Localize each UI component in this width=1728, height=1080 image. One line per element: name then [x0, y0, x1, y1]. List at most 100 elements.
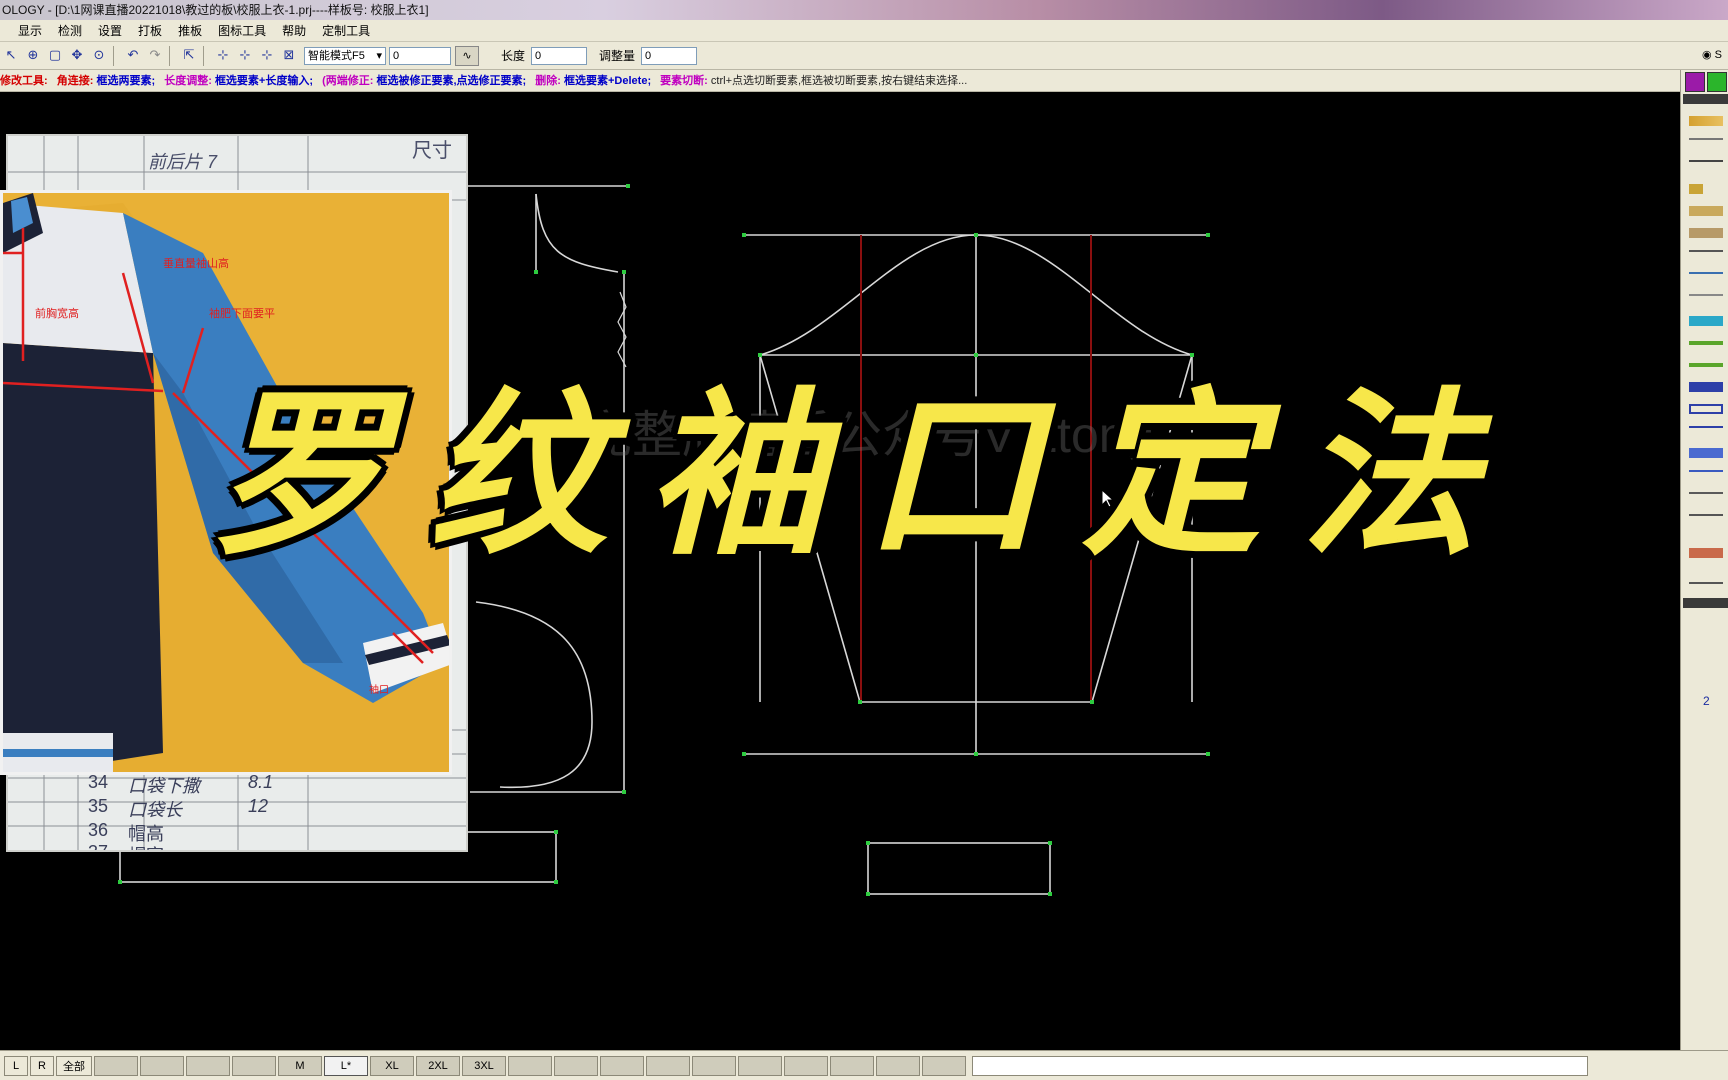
- point-marker: [1048, 892, 1052, 896]
- point-marker: [622, 270, 626, 274]
- compass-tool-icon[interactable]: [1689, 158, 1728, 172]
- mode-select[interactable]: 智能模式F5 ▾: [304, 46, 386, 65]
- hem-tool-icon[interactable]: [1689, 580, 1728, 594]
- cuff-rectangle: [867, 842, 1051, 895]
- neck-curve: [535, 193, 619, 273]
- ruler-tool-icon[interactable]: [1689, 204, 1728, 218]
- sheet-row-35-value: 8.1: [248, 772, 274, 792]
- annotation-sleeve-cap: 垂直量袖山高: [163, 258, 229, 270]
- menu-display[interactable]: 显示: [10, 20, 50, 42]
- palette-header: [1685, 72, 1727, 92]
- menu-help[interactable]: 帮助: [274, 20, 314, 42]
- sheet-top-text: 前后片 7: [148, 152, 218, 172]
- size-all-button[interactable]: 全部: [56, 1055, 92, 1076]
- toolbar-separator: [113, 45, 119, 66]
- palette-toggle-icon[interactable]: [1685, 72, 1705, 92]
- size-cell-empty[interactable]: [692, 1055, 736, 1076]
- pencil-tool-icon[interactable]: [1689, 114, 1728, 128]
- seam-tool-icon[interactable]: [1689, 336, 1728, 350]
- point-marker: [622, 790, 626, 794]
- size-cell-empty[interactable]: [186, 1055, 230, 1076]
- pleat-tool-icon[interactable]: [1689, 490, 1728, 504]
- chevron-down-icon: ▾: [376, 49, 382, 62]
- radio-indicator-label: S: [1714, 49, 1722, 61]
- adjust-input[interactable]: 0: [641, 46, 698, 65]
- size-right-button[interactable]: R: [30, 1055, 54, 1076]
- select-arrow-icon[interactable]: ↖: [1, 46, 21, 66]
- hint-tool-name: 修改工具:: [0, 75, 48, 87]
- sheet-row-35-name: 口袋下撒: [128, 776, 200, 796]
- curve-tool-icon[interactable]: [1689, 270, 1728, 284]
- window-title: OLOGY - [D:\1网课直播20221018\教过的板\校服上衣-1.pr…: [0, 0, 1728, 20]
- point-tool-1-icon[interactable]: ⊹: [213, 46, 233, 66]
- menu-grade[interactable]: 推板: [170, 20, 210, 42]
- line-tool-icon[interactable]: [1689, 136, 1728, 150]
- dart-tool-icon[interactable]: [1689, 546, 1728, 560]
- size-cell-empty[interactable]: [876, 1055, 920, 1076]
- menu-bar: 显示 检测 设置 打板 推板 图标工具 帮助 定制工具: [0, 20, 1728, 42]
- arrow-tool-icon[interactable]: [1689, 314, 1728, 328]
- adjust-label: 调整量: [599, 49, 636, 63]
- size-cell-empty[interactable]: [508, 1055, 552, 1076]
- menu-settings[interactable]: 设置: [90, 20, 130, 42]
- text-tool-icon[interactable]: [1689, 380, 1728, 394]
- undo-icon[interactable]: ↶: [123, 46, 143, 66]
- curve-icon: ∿: [462, 50, 472, 62]
- scissors-tool-icon[interactable]: [1689, 248, 1728, 262]
- hint-corner-text: 框选两要素;: [96, 75, 156, 87]
- length-input[interactable]: 0: [531, 46, 588, 65]
- palette-mode-icon[interactable]: [1707, 72, 1727, 92]
- palette-divider: [1683, 94, 1728, 104]
- sheet-row-38-num: 37: [88, 842, 109, 852]
- size-cell-2xl[interactable]: 2XL: [416, 1055, 460, 1076]
- rotate-tool-icon[interactable]: [1689, 424, 1728, 438]
- video-overlay-title: 罗纹袖口定法: [210, 370, 1518, 579]
- pin-tool-icon[interactable]: [1689, 512, 1728, 526]
- rect-tool-icon[interactable]: [1689, 402, 1728, 416]
- point-tool-2-icon[interactable]: ⊹: [235, 46, 255, 66]
- zoom-in-icon[interactable]: ⊕: [23, 46, 43, 66]
- size-bar: L R 全部 M L* XL 2XL 3XL: [0, 1050, 1728, 1080]
- fold-tool-icon[interactable]: [1689, 468, 1728, 482]
- size-cell-empty[interactable]: [738, 1055, 782, 1076]
- palette-page-number[interactable]: 2: [1703, 694, 1710, 708]
- pan-icon[interactable]: ✥: [67, 46, 87, 66]
- radio-indicator[interactable]: ◉ S: [1702, 48, 1722, 61]
- size-cell-empty[interactable]: [830, 1055, 874, 1076]
- curve-button[interactable]: ∿: [455, 45, 479, 66]
- measure-tool-icon[interactable]: [1689, 292, 1728, 306]
- size-cell-m[interactable]: M: [278, 1055, 322, 1076]
- menu-draft[interactable]: 打板: [130, 20, 170, 42]
- size-cell-xl[interactable]: XL: [370, 1055, 414, 1076]
- size-cell-empty[interactable]: [232, 1055, 276, 1076]
- hint-length-label: 长度调整:: [164, 75, 212, 87]
- length-label: 长度: [501, 49, 526, 63]
- menu-custom-tools[interactable]: 定制工具: [314, 20, 378, 42]
- angle-tool-icon[interactable]: [1689, 226, 1728, 240]
- point-tool-icon[interactable]: [1689, 182, 1728, 196]
- size-cell-l-base[interactable]: L*: [324, 1055, 368, 1076]
- size-cell-3xl[interactable]: 3XL: [462, 1055, 506, 1076]
- size-left-button[interactable]: L: [4, 1055, 28, 1076]
- point-marker: [974, 233, 978, 237]
- zoom-window-icon[interactable]: ▢: [45, 46, 65, 66]
- size-cell-empty[interactable]: [646, 1055, 690, 1076]
- tool-palette: 2: [1680, 70, 1728, 1050]
- redo-icon[interactable]: ↷: [145, 46, 165, 66]
- mirror-tool-icon[interactable]: [1689, 446, 1728, 460]
- hint-corner-label: 角连接:: [56, 75, 94, 87]
- size-cell-empty[interactable]: [94, 1055, 138, 1076]
- size-cell-empty[interactable]: [554, 1055, 598, 1076]
- value-input[interactable]: 0: [389, 46, 451, 65]
- size-cell-empty[interactable]: [600, 1055, 644, 1076]
- size-cell-empty[interactable]: [784, 1055, 828, 1076]
- zoom-fit-icon[interactable]: ⊙: [89, 46, 109, 66]
- notch-tool-icon[interactable]: [1689, 358, 1728, 372]
- size-cell-empty[interactable]: [140, 1055, 184, 1076]
- pick-delete-icon[interactable]: ⇱: [179, 46, 199, 66]
- point-tool-4-icon[interactable]: ⊠: [279, 46, 299, 66]
- size-cell-empty[interactable]: [922, 1055, 966, 1076]
- point-tool-3-icon[interactable]: ⊹: [257, 46, 277, 66]
- menu-icon-tools[interactable]: 图标工具: [210, 20, 274, 42]
- menu-check[interactable]: 检测: [50, 20, 90, 42]
